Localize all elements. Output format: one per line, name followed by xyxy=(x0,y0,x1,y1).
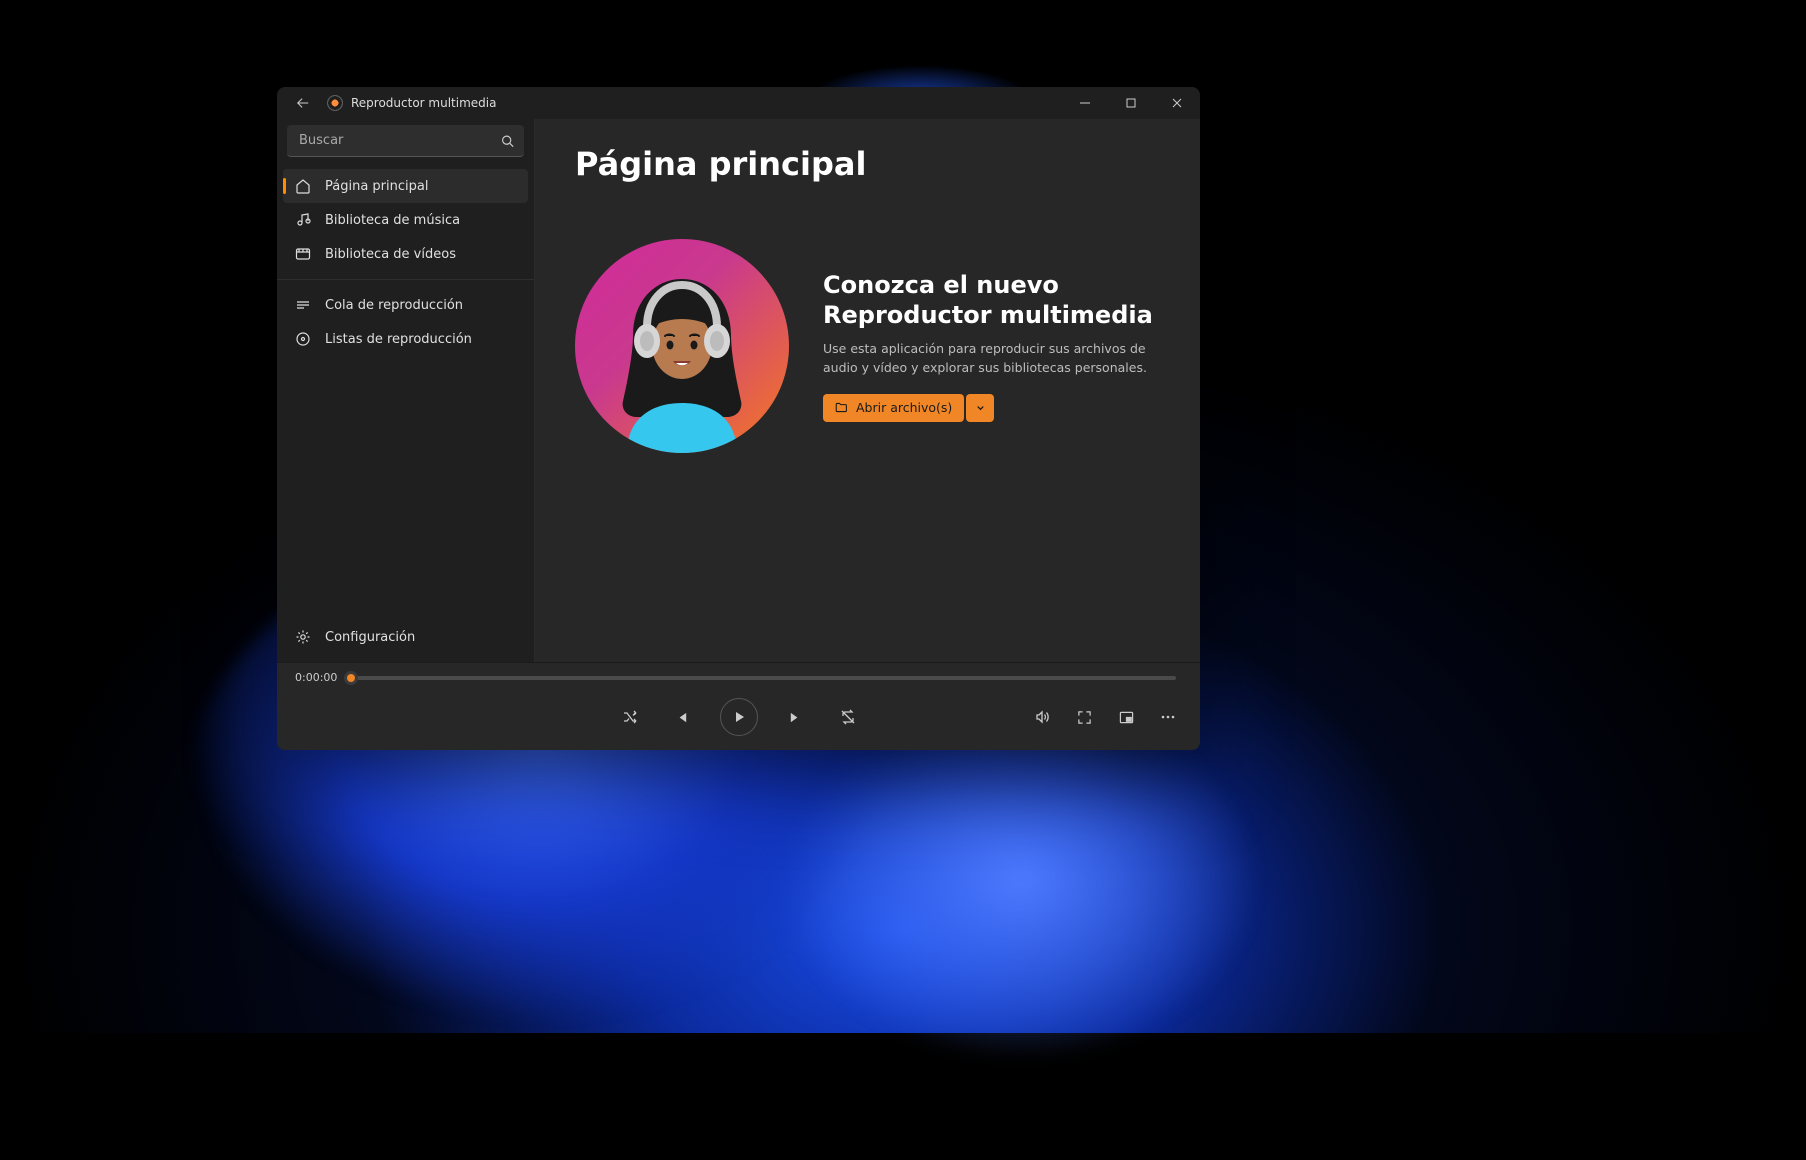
chevron-down-icon xyxy=(975,402,986,413)
sidebar-item-label: Biblioteca de música xyxy=(325,213,460,228)
sidebar-item-label: Biblioteca de vídeos xyxy=(325,247,456,262)
sidebar-item-music[interactable]: Biblioteca de música xyxy=(283,203,528,237)
sidebar-item-label: Cola de reproducción xyxy=(325,298,463,313)
video-icon xyxy=(295,246,311,262)
sidebar: Página principal Biblioteca de música Bi… xyxy=(277,119,535,662)
sidebar-item-label: Página principal xyxy=(325,179,428,194)
open-files-label: Abrir archivo(s) xyxy=(856,400,952,415)
sidebar-item-queue[interactable]: Cola de reproducción xyxy=(283,288,528,322)
seek-thumb[interactable] xyxy=(344,671,358,685)
hero-section: Conozca el nuevo Reproductor multimedia … xyxy=(575,239,1160,453)
player-bar: 0:00:00 xyxy=(277,662,1200,750)
sidebar-item-label: Configuración xyxy=(325,630,415,645)
more-button[interactable] xyxy=(1156,705,1180,729)
page-title: Página principal xyxy=(575,145,1160,183)
playlist-icon xyxy=(295,331,311,347)
sidebar-item-home[interactable]: Página principal xyxy=(283,169,528,203)
app-icon xyxy=(327,95,343,111)
maximize-button[interactable] xyxy=(1108,87,1154,119)
hero-description: Use esta aplicación para reproducir sus … xyxy=(823,340,1160,378)
open-files-dropdown-button[interactable] xyxy=(966,394,994,422)
miniplayer-button[interactable] xyxy=(1114,705,1138,729)
sidebar-item-playlists[interactable]: Listas de reproducción xyxy=(283,322,528,356)
search-icon[interactable] xyxy=(501,135,514,148)
window-controls xyxy=(1062,87,1200,119)
open-files-button[interactable]: Abrir archivo(s) xyxy=(823,394,964,422)
main-content: Página principal xyxy=(535,119,1200,662)
fullscreen-button[interactable] xyxy=(1072,705,1096,729)
back-button[interactable] xyxy=(289,89,317,117)
queue-icon xyxy=(295,297,311,313)
next-button[interactable] xyxy=(782,703,810,731)
home-icon xyxy=(295,178,311,194)
repeat-button[interactable] xyxy=(834,703,862,731)
play-button[interactable] xyxy=(720,698,758,736)
previous-button[interactable] xyxy=(668,703,696,731)
sidebar-item-label: Listas de reproducción xyxy=(325,332,472,347)
sidebar-item-settings[interactable]: Configuración xyxy=(283,620,528,654)
titlebar: Reproductor multimedia xyxy=(277,87,1200,119)
sidebar-divider xyxy=(277,279,534,280)
minimize-button[interactable] xyxy=(1062,87,1108,119)
folder-icon xyxy=(835,401,848,414)
gear-icon xyxy=(295,629,311,645)
app-title: Reproductor multimedia xyxy=(351,96,496,110)
seek-slider[interactable] xyxy=(351,676,1176,680)
music-note-icon xyxy=(295,212,311,228)
shuffle-button[interactable] xyxy=(616,703,644,731)
current-time: 0:00:00 xyxy=(295,671,337,684)
search-input[interactable] xyxy=(287,125,524,157)
volume-button[interactable] xyxy=(1030,705,1054,729)
sidebar-item-videos[interactable]: Biblioteca de vídeos xyxy=(283,237,528,271)
app-window: Reproductor multimedia Página princi xyxy=(277,87,1200,750)
close-button[interactable] xyxy=(1154,87,1200,119)
hero-title: Conozca el nuevo Reproductor multimedia xyxy=(823,270,1160,330)
hero-illustration xyxy=(575,239,789,453)
